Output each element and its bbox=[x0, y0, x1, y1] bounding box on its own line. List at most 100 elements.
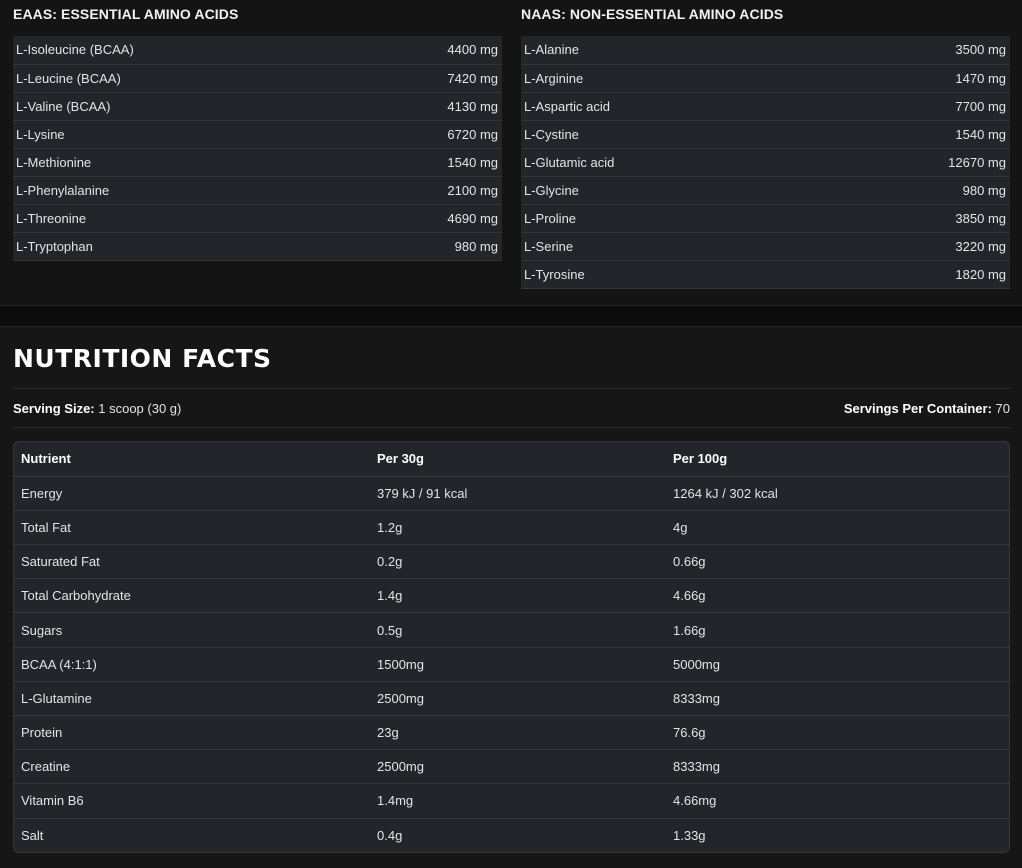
amino-acid-name: L-Leucine (BCAA) bbox=[13, 64, 348, 93]
naas-row: L-Cystine 1540 mg bbox=[521, 120, 1010, 149]
amino-acid-amount: 6720 mg bbox=[347, 120, 502, 149]
nutrition-facts-section: NUTRITION FACTS Serving Size: 1 scoop (3… bbox=[0, 327, 1022, 868]
amino-acid-name: L-Phenylalanine bbox=[13, 176, 348, 205]
nutrient-name: Total Carbohydrate bbox=[14, 578, 370, 614]
naas-row: L-Aspartic acid 7700 mg bbox=[521, 92, 1010, 121]
amino-acid-name: L-Threonine bbox=[13, 204, 348, 233]
amount-per-30g: 2500mg bbox=[370, 749, 666, 785]
amino-acid-amount: 1540 mg bbox=[347, 148, 502, 177]
amino-acid-amount: 980 mg bbox=[814, 176, 1010, 205]
servings-per-container: Servings Per Container: 70 bbox=[844, 401, 1010, 416]
amount-per-100g: 1.33g bbox=[673, 827, 706, 843]
amount-per-100g: 8333mg bbox=[666, 681, 1009, 717]
eaas-heading: EAAS: ESSENTIAL AMINO ACIDS bbox=[13, 6, 239, 22]
nutrient-name: Vitamin B6 bbox=[14, 783, 370, 819]
nutrient-name: Protein bbox=[14, 715, 370, 751]
amino-acid-amount: 4130 mg bbox=[347, 92, 502, 121]
amino-acid-name: L-Tryptophan bbox=[13, 232, 348, 261]
nutrition-row: Salt 0.4g 1.33g bbox=[14, 818, 1009, 852]
amino-acid-amount: 3220 mg bbox=[814, 232, 1010, 261]
nutrient-name: Energy bbox=[14, 476, 370, 511]
serving-size-value: 1 scoop (30 g) bbox=[94, 401, 182, 416]
naas-column: NAAS: NON-ESSENTIAL AMINO ACIDS L-Alanin… bbox=[521, 7, 1010, 289]
section-divider bbox=[0, 305, 1022, 327]
eaas-row: L-Tryptophan 980 mg bbox=[13, 232, 502, 261]
nutrition-table-header: Nutrient Per 30g Per 100g bbox=[14, 442, 1009, 477]
naas-row: L-Tyrosine 1820 mg bbox=[521, 260, 1010, 289]
amino-acid-amount: 7420 mg bbox=[347, 64, 502, 93]
amino-acid-amount: 3500 mg bbox=[814, 36, 1010, 65]
title-divider bbox=[13, 388, 1010, 389]
amount-per-30g: 0.2g bbox=[370, 544, 666, 580]
amino-acid-amount: 4690 mg bbox=[347, 204, 502, 233]
amino-acid-name: L-Cystine bbox=[521, 120, 815, 149]
amount-per-100g: 1.66g bbox=[666, 612, 1009, 648]
serving-divider bbox=[13, 427, 1010, 428]
amount-per-100g: 4g bbox=[666, 510, 1009, 546]
amino-acid-amount: 2100 mg bbox=[347, 176, 502, 205]
naas-row: L-Glutamic acid 12670 mg bbox=[521, 148, 1010, 177]
nutrient-name: Creatine bbox=[14, 749, 370, 785]
eaas-row: L-Leucine (BCAA) 7420 mg bbox=[13, 64, 502, 93]
serving-info: Serving Size: 1 scoop (30 g) Servings Pe… bbox=[13, 401, 1010, 417]
naas-row: L-Proline 3850 mg bbox=[521, 204, 1010, 233]
nutrition-table: Nutrient Per 30g Per 100g Energy 379 kJ /… bbox=[14, 442, 1009, 852]
amount-per-30g: 1.2g bbox=[370, 510, 666, 546]
amount-per-30g: 1.4g bbox=[370, 578, 666, 614]
column-header-per-100g: Per 100g bbox=[666, 442, 1009, 477]
nutrition-row: Energy 379 kJ / 91 kcal 1264 kJ / 302 kcal bbox=[14, 476, 1009, 511]
amino-acid-amount: 1820 mg bbox=[814, 260, 1010, 289]
amount-per-100g: 5000mg bbox=[666, 647, 1009, 682]
amount-per-100g: 8333mg bbox=[666, 749, 1009, 785]
amino-acid-name: L-Isoleucine (BCAA) bbox=[13, 36, 348, 65]
naas-row: L-Glycine 980 mg bbox=[521, 176, 1010, 205]
naas-row: L-Arginine 1470 mg bbox=[521, 64, 1010, 93]
amino-acid-name: L-Methionine bbox=[13, 148, 348, 177]
nutrition-row: Total Carbohydrate 1.4g 4.66g bbox=[14, 578, 1009, 614]
amino-acid-name: L-Glycine bbox=[521, 176, 815, 205]
nutrient-name: Sugars bbox=[14, 612, 370, 648]
amount-per-30g: 0.5g bbox=[370, 612, 666, 648]
amount-per-100g: 4.66mg bbox=[666, 783, 1009, 819]
nutrition-row: L-Glutamine 2500mg 8333mg bbox=[14, 681, 1009, 717]
column-header-per-30g: Per 30g bbox=[370, 442, 666, 477]
amino-acids-section: EAAS: ESSENTIAL AMINO ACIDS L-Isoleucine… bbox=[0, 0, 1022, 305]
amount-per-100g: 1264 kJ / 302 kcal bbox=[666, 476, 1009, 511]
column-header-nutrient: Nutrient bbox=[14, 442, 370, 477]
eaas-column: EAAS: ESSENTIAL AMINO ACIDS L-Isoleucine… bbox=[13, 7, 502, 261]
eaas-row: L-Lysine 6720 mg bbox=[13, 120, 502, 149]
nutrition-row: Saturated Fat 0.2g 0.66g bbox=[14, 544, 1009, 580]
amino-acid-amount: 3850 mg bbox=[814, 204, 1010, 233]
nutrition-row: BCAA (4:1:1) 1500mg 5000mg bbox=[14, 647, 1009, 682]
amino-acid-amount: 4400 mg bbox=[347, 36, 502, 65]
servings-per-container-value: 70 bbox=[991, 401, 1010, 416]
nutrition-row: Total Fat 1.2g 4g bbox=[14, 510, 1009, 546]
eaas-row: L-Phenylalanine 2100 mg bbox=[13, 176, 502, 205]
eaas-table: L-Isoleucine (BCAA) 4400 mg L-Leucine (BCA… bbox=[13, 36, 502, 261]
nutrition-row: Protein 23g 76.6g bbox=[14, 715, 1009, 751]
amino-acid-name: L-Serine bbox=[521, 232, 815, 261]
nutrition-table-container: Nutrient Per 30g Per 100g Energy 379 kJ /… bbox=[13, 441, 1010, 853]
naas-row: L-Alanine 3500 mg bbox=[521, 36, 1010, 65]
eaas-row: L-Valine (BCAA) 4130 mg bbox=[13, 92, 502, 121]
amino-acid-name: L-Aspartic acid bbox=[521, 92, 815, 121]
nutrient-name: Salt bbox=[21, 827, 44, 843]
nutrition-row: Creatine 2500mg 8333mg bbox=[14, 749, 1009, 785]
amino-acid-name: L-Alanine bbox=[521, 36, 815, 65]
amino-acid-name: L-Proline bbox=[521, 204, 815, 233]
amino-acid-amount: 1470 mg bbox=[814, 64, 1010, 93]
naas-table: L-Alanine 3500 mg L-Arginine 1470 mg L-Aspar… bbox=[521, 36, 1010, 289]
nutrient-name: Saturated Fat bbox=[14, 544, 370, 580]
amino-acid-name: L-Tyrosine bbox=[521, 260, 815, 289]
nutrition-row: Vitamin B6 1.4mg 4.66mg bbox=[14, 783, 1009, 819]
nutrient-name: L-Glutamine bbox=[14, 681, 370, 717]
eaas-row: L-Isoleucine (BCAA) 4400 mg bbox=[13, 36, 502, 65]
amount-per-30g: 23g bbox=[370, 715, 666, 751]
nutrition-facts-title: NUTRITION FACTS bbox=[13, 344, 272, 373]
amount-per-100g: 4.66g bbox=[666, 578, 1009, 614]
servings-per-container-label: Servings Per Container: bbox=[843, 401, 992, 416]
amount-per-30g: 2500mg bbox=[370, 681, 666, 717]
amino-acid-name: L-Arginine bbox=[521, 64, 815, 93]
amino-acid-amount: 7700 mg bbox=[814, 92, 1010, 121]
nutrient-name: BCAA (4:1:1) bbox=[14, 647, 370, 682]
